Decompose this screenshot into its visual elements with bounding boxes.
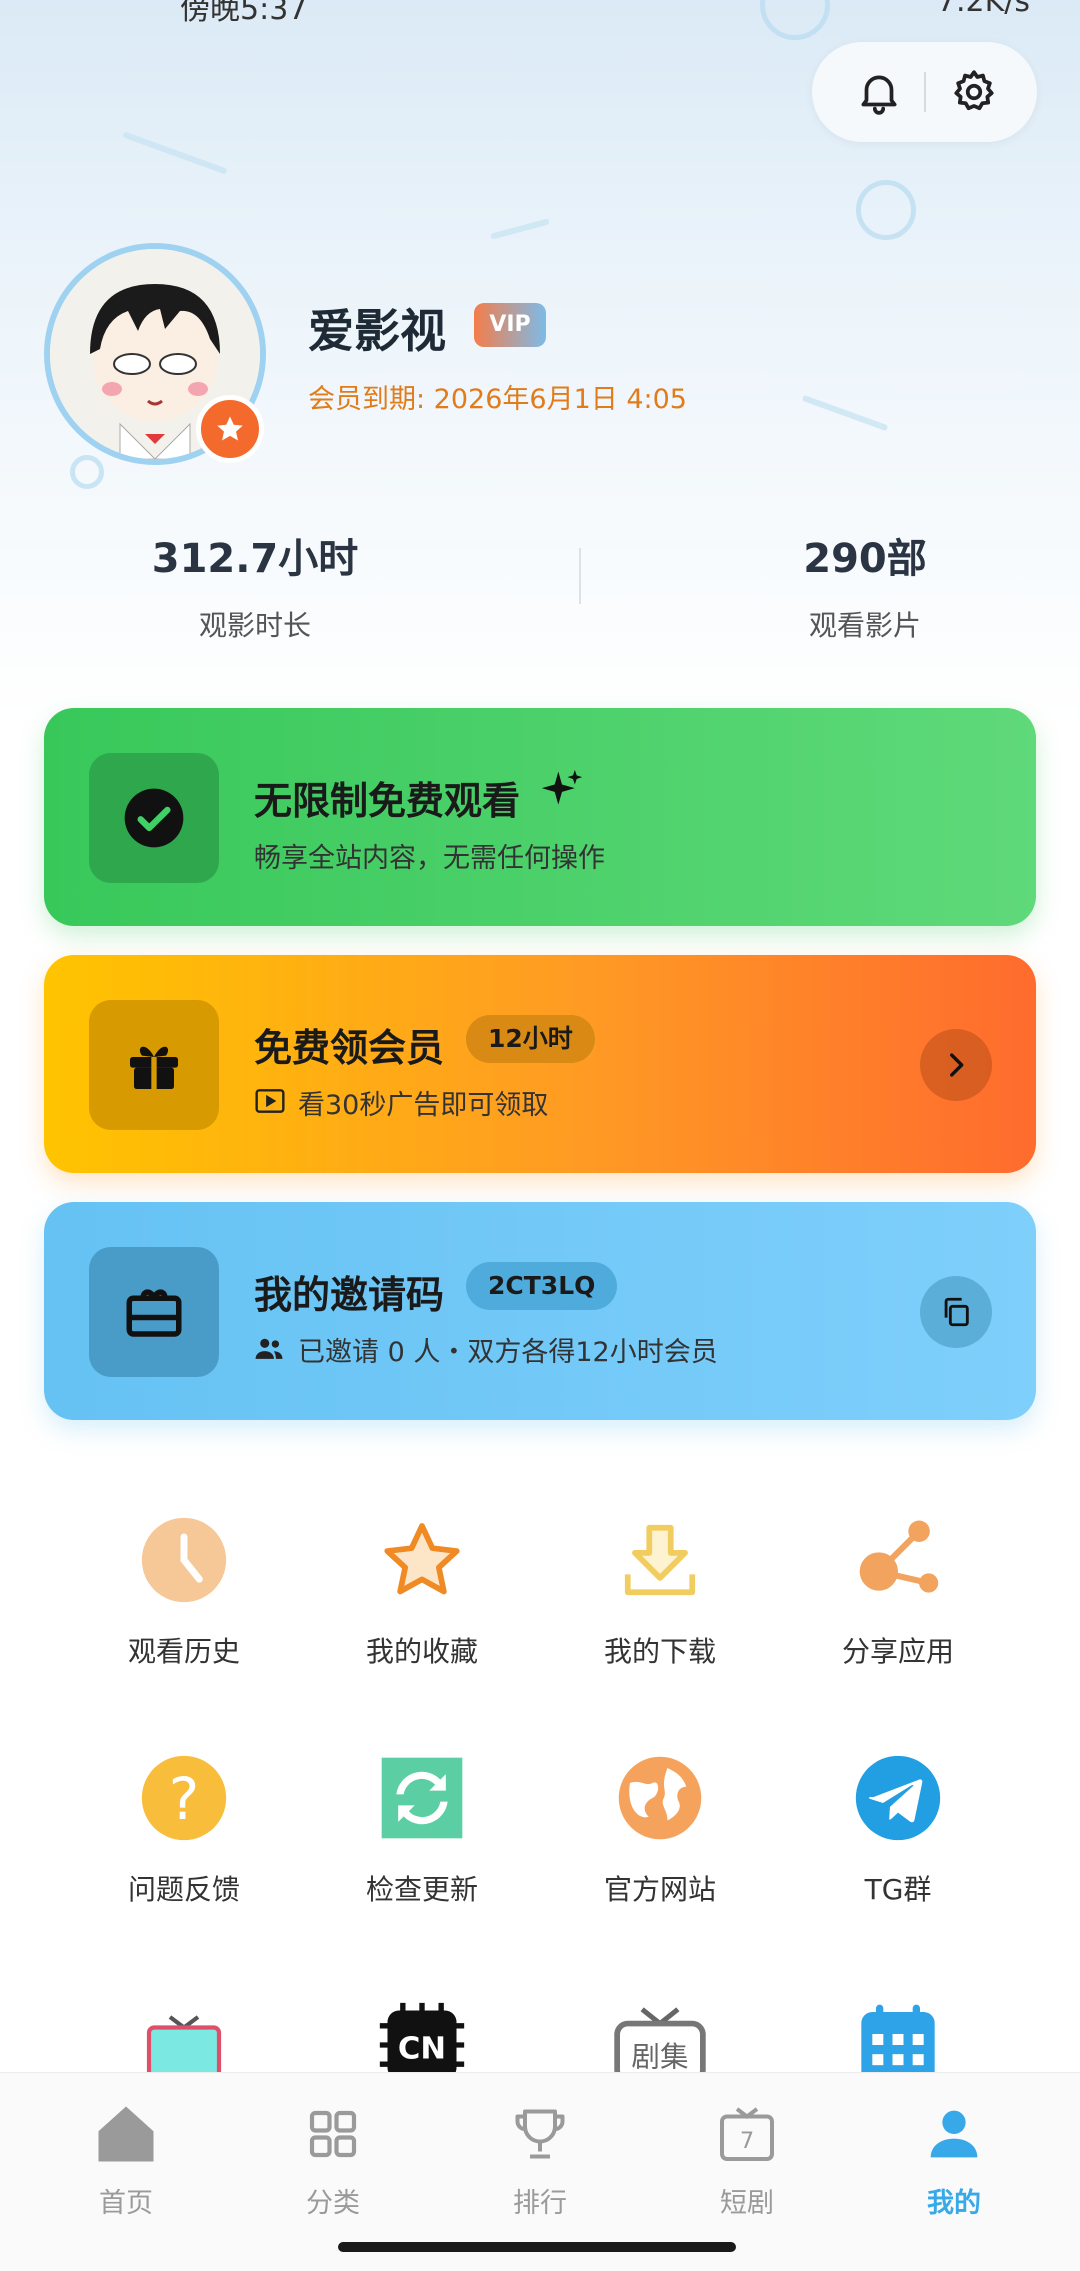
grid-label: 问题反馈 — [127, 1873, 240, 1906]
card-title: 我的邀请码 — [254, 1273, 445, 1317]
gear-icon[interactable] — [949, 67, 999, 117]
status-bar: 傍晚5:37 7.2K/s — [0, 0, 1080, 27]
status-time: 傍晚5:37 — [180, 0, 308, 27]
trophy-icon — [505, 2099, 575, 2169]
nav-label: 短剧 — [720, 2188, 774, 2219]
nav-label: 我的 — [927, 2188, 981, 2219]
stat-value: 290部 — [803, 536, 927, 582]
nav-ranking[interactable]: 排行 — [432, 2099, 648, 2220]
grid-label: 官方网站 — [603, 1873, 716, 1906]
nav-mine[interactable]: 我的 — [846, 2099, 1062, 2220]
check-icon — [89, 753, 219, 883]
stat-label: 观看影片 — [808, 609, 921, 642]
nav-label: 排行 — [513, 2188, 567, 2219]
card-title: 无限制免费观看 — [254, 779, 521, 823]
stat-watch-time: 312.7小时 观影时长 — [110, 526, 400, 644]
membership-expiry: 会员到期: 2026年6月1日 4:05 — [308, 384, 687, 415]
refresh-icon — [372, 1748, 472, 1848]
divider — [924, 72, 926, 112]
drama-label: 剧集 — [631, 2039, 688, 2073]
stat-movies-watched: 290部 观看影片 — [720, 526, 1010, 644]
card-subtitle: 已邀请 0 人・双方各得12小时会员 — [298, 1337, 718, 1368]
top-actions — [812, 42, 1037, 142]
stat-label: 观影时长 — [198, 609, 311, 642]
grid-item-share[interactable]: 分享应用 — [779, 1510, 1017, 1670]
card-subtitle: 看30秒广告即可领取 — [298, 1090, 549, 1121]
grid-item-history[interactable]: 观看历史 — [65, 1510, 303, 1670]
chevron-right-icon[interactable] — [920, 1029, 992, 1101]
grid-label: 我的收藏 — [365, 1635, 478, 1668]
grid-item-downloads[interactable]: 我的下载 — [541, 1510, 779, 1670]
grid-item-favorites[interactable]: 我的收藏 — [303, 1510, 541, 1670]
grid-item-check-update[interactable]: 检查更新 — [303, 1748, 541, 1908]
question-icon: ? — [134, 1748, 234, 1848]
user-icon — [919, 2099, 989, 2169]
username: 爱影视 — [308, 304, 446, 358]
grid-item-feedback[interactable]: ? 问题反馈 — [65, 1748, 303, 1908]
invite-code-card[interactable]: 我的邀请码 2CT3LQ 已邀请 0 人・双方各得12小时会员 — [44, 1202, 1036, 1420]
download-icon — [610, 1510, 710, 1610]
free-vip-card[interactable]: 免费领会员 12小时 看30秒广告即可领取 — [44, 955, 1036, 1173]
clock-icon — [134, 1510, 234, 1610]
copy-icon[interactable] — [920, 1276, 992, 1348]
svg-text:?: ? — [169, 1766, 200, 1833]
home-icon — [91, 2099, 161, 2169]
grid-label: 观看历史 — [127, 1635, 240, 1668]
grid-label: TG群 — [864, 1873, 932, 1906]
short-drama-icon: 7 — [712, 2099, 782, 2169]
gift-icon — [89, 1000, 219, 1130]
vip-badge: VIP — [474, 303, 546, 347]
cn-label: CN — [398, 2031, 446, 2066]
grid-label: 检查更新 — [365, 1873, 478, 1906]
status-net-speed: 7.2K/s — [936, 0, 1030, 19]
grid-item-telegram[interactable]: TG群 — [779, 1748, 1017, 1908]
nav-home[interactable]: 首页 — [18, 2099, 234, 2220]
avatar[interactable] — [44, 243, 266, 465]
grid-label: 我的下载 — [603, 1635, 716, 1668]
nav-label: 分类 — [306, 2188, 360, 2219]
share-icon — [848, 1510, 948, 1610]
bell-icon[interactable] — [854, 67, 904, 117]
globe-icon — [610, 1748, 710, 1848]
sparkle-icon — [540, 768, 584, 816]
card-title: 免费领会员 — [254, 1026, 445, 1070]
ticket-icon — [89, 1247, 219, 1377]
duration-pill: 12小时 — [466, 1015, 595, 1063]
card-subtitle: 畅享全站内容，无需任何操作 — [254, 843, 605, 874]
unlimited-free-card[interactable]: 无限制免费观看 畅享全站内容，无需任何操作 — [44, 708, 1036, 926]
star-icon — [372, 1510, 472, 1610]
home-indicator — [338, 2242, 736, 2252]
nav-short-drama[interactable]: 7 短剧 — [639, 2099, 855, 2220]
users-icon — [252, 1332, 286, 1370]
stat-divider — [579, 548, 581, 604]
stat-value: 312.7小时 — [151, 536, 359, 582]
star-badge-icon — [196, 395, 264, 463]
nav-label: 首页 — [99, 2188, 153, 2219]
invite-code: 2CT3LQ — [466, 1262, 618, 1310]
grid-item-official-site[interactable]: 官方网站 — [541, 1748, 779, 1908]
decorative-circle — [856, 180, 916, 240]
short-drama-badge: 7 — [740, 2128, 754, 2154]
telegram-icon — [848, 1748, 948, 1848]
nav-category[interactable]: 分类 — [225, 2099, 441, 2220]
category-icon — [298, 2099, 368, 2169]
grid-label: 分享应用 — [841, 1635, 954, 1668]
play-icon — [254, 1085, 286, 1121]
